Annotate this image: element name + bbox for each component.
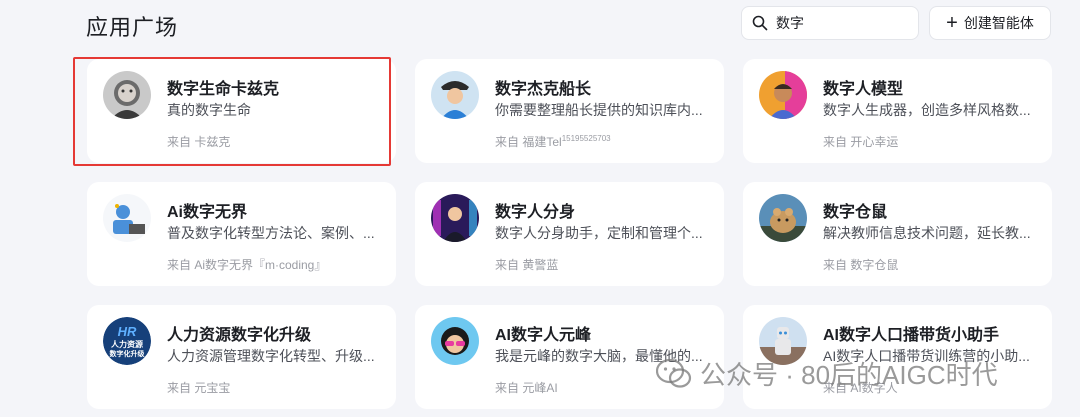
- app-description: AI数字人口播带货训练营的小助...: [823, 348, 1030, 364]
- app-source: 来自 卡兹克: [167, 135, 231, 149]
- app-source: 来自 数字仓鼠: [823, 258, 899, 272]
- app-card[interactable]: AI数字人元峰 我是元峰的数字大脑，最懂他的... 来自 元峰AI: [415, 305, 724, 409]
- app-description: 解决教师信息技术问题，延长教...: [823, 225, 1031, 241]
- app-card[interactable]: 数字人模型 数字人生成器，创造多样风格数... 来自 开心幸运: [743, 59, 1052, 163]
- app-description: 我是元峰的数字大脑，最懂他的...: [495, 348, 703, 364]
- app-description: 数字人生成器，创造多样风格数...: [823, 102, 1031, 118]
- create-agent-label: 创建智能体: [963, 15, 1034, 31]
- app-description: 真的数字生命: [167, 102, 251, 118]
- app-name: 数字仓鼠: [823, 204, 888, 221]
- plus-icon: +: [946, 12, 958, 34]
- app-card[interactable]: AI数字人口播带货小助手 AI数字人口播带货训练营的小助... 来自 AI数字人: [743, 305, 1052, 409]
- app-name: 人力资源数字化升级: [167, 327, 312, 344]
- app-description: 普及数字化转型方法论、案例、...: [167, 225, 375, 241]
- search-box[interactable]: [741, 6, 919, 40]
- app-name: 数字生命卡兹克: [167, 81, 280, 98]
- app-source: 来自 元宝宝: [167, 381, 231, 395]
- search-icon: [752, 15, 768, 31]
- app-description: 你需要整理船长提供的知识库内...: [495, 102, 703, 118]
- avatar: [431, 194, 479, 242]
- app-source: 来自 元峰AI: [495, 381, 558, 395]
- avatar: [759, 317, 807, 365]
- avatar: [431, 317, 479, 365]
- avatar: [103, 71, 151, 119]
- app-source: 来自 AI数字人: [823, 381, 898, 395]
- avatar: [431, 71, 479, 119]
- app-description: 数字人分身助手，定制和管理个...: [495, 225, 703, 241]
- app-description: 人力资源管理数字化转型、升级...: [167, 348, 375, 364]
- app-grid: 数字生命卡兹克 真的数字生命 来自 卡兹克 数字杰克船长 你需要整理船长提供的知…: [87, 59, 1052, 409]
- app-card[interactable]: 数字人分身 数字人分身助手，定制和管理个... 来自 黄警蓝: [415, 182, 724, 286]
- avatar: [103, 194, 151, 242]
- app-name: 数字人分身: [495, 204, 576, 221]
- app-source: 来自 Ai数字无界『m·coding』: [167, 258, 327, 272]
- app-card[interactable]: 数字杰克船长 你需要整理船长提供的知识库内... 来自 福建Tel1519552…: [415, 59, 724, 163]
- app-card[interactable]: 数字生命卡兹克 真的数字生命 来自 卡兹克: [87, 59, 396, 163]
- app-card[interactable]: 数字仓鼠 解决教师信息技术问题，延长教... 来自 数字仓鼠: [743, 182, 1052, 286]
- app-source: 来自 黄警蓝: [495, 258, 559, 272]
- svg-text:数字化升级: 数字化升级: [110, 349, 146, 358]
- svg-text:HR: HR: [118, 324, 137, 339]
- app-source: 来自 开心幸运: [823, 135, 899, 149]
- page-title: 应用广场: [86, 15, 179, 40]
- app-name: AI数字人口播带货小助手: [823, 327, 1000, 344]
- app-card[interactable]: HR 人力资源 数字化升级 人力资源数字化升级 人力资源管理数字化转型、升级..…: [87, 305, 396, 409]
- app-name: AI数字人元峰: [495, 327, 592, 344]
- app-card[interactable]: Ai数字无界 普及数字化转型方法论、案例、... 来自 Ai数字无界『m·cod…: [87, 182, 396, 286]
- app-name: 数字人模型: [823, 81, 904, 98]
- avatar: [759, 194, 807, 242]
- svg-text:人力资源: 人力资源: [111, 339, 143, 349]
- avatar: [759, 71, 807, 119]
- app-name: 数字杰克船长: [495, 81, 592, 98]
- create-agent-button[interactable]: + 创建智能体: [929, 6, 1051, 40]
- app-name: Ai数字无界: [167, 204, 248, 221]
- avatar: HR 人力资源 数字化升级: [103, 317, 151, 365]
- app-source: 来自 福建Tel15195525703: [495, 134, 611, 149]
- search-input[interactable]: [774, 14, 908, 32]
